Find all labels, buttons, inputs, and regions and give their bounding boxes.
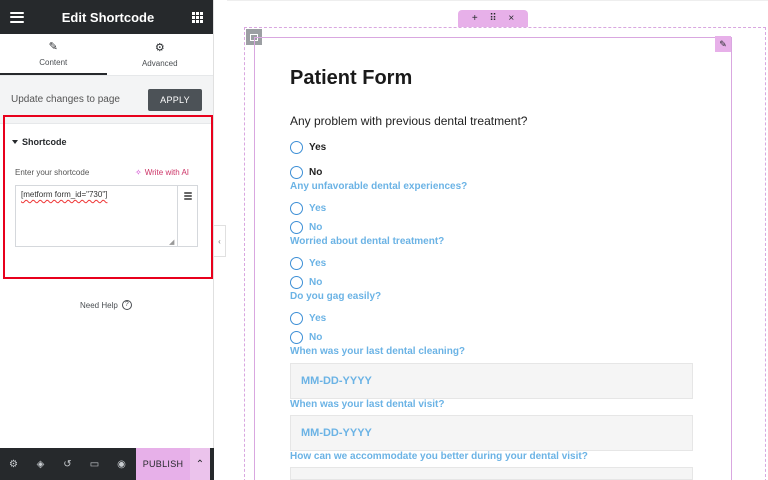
panel-header: Edit Shortcode — [0, 0, 213, 34]
section-toolbar: + ⠿ × — [458, 10, 528, 27]
caret-down-icon — [12, 140, 18, 144]
hamburger-menu-icon[interactable] — [10, 11, 24, 23]
radio-circle-icon — [290, 221, 303, 234]
canvas-top-border — [227, 0, 768, 1]
need-help-label: Need Help — [80, 300, 118, 310]
radio-circle-icon — [290, 166, 303, 179]
question-last-visit: When was your last dental visit? — [290, 399, 445, 410]
radio-label: Yes — [309, 313, 327, 324]
publish-options-chevron-up-icon[interactable]: ⌃ — [190, 448, 210, 480]
panel-footer: ⚙ ◈ ↺ ▭ ◉ PUBLISH ⌃ — [0, 448, 214, 480]
radio-circle-icon — [290, 331, 303, 344]
write-with-ai-label: Write with AI — [144, 168, 190, 177]
shortcode-field-label: Enter your shortcode — [15, 168, 90, 177]
radio-label: Yes — [309, 258, 327, 269]
help-icon: ? — [121, 300, 132, 310]
radio-circle-icon — [290, 276, 303, 289]
tab-advanced-label: Advanced — [141, 58, 178, 68]
drag-handle-icon[interactable]: ⠿ — [489, 13, 496, 24]
question-unfavorable-experiences: Any unfavorable dental experiences? — [290, 181, 468, 192]
question-worried-treatment: Worried about dental treatment? — [290, 236, 445, 247]
dynamic-tags-button[interactable] — [177, 185, 198, 247]
update-label: Update changes to page — [11, 94, 120, 105]
radio-circle-icon — [290, 202, 303, 215]
question-gag-easily: Do you gag easily? — [290, 291, 382, 302]
need-help-link[interactable]: Need Help ? — [80, 300, 132, 310]
radio-label: No — [309, 222, 323, 233]
tab-content-label: Content — [39, 57, 68, 67]
question-previous-treatment: Any problem with previous dental treatme… — [290, 114, 528, 128]
radio-circle-icon — [290, 141, 303, 154]
tab-advanced[interactable]: ⚙ Advanced — [107, 34, 214, 75]
radio-option-no[interactable]: No — [290, 166, 322, 179]
layers-icon[interactable]: ◈ — [27, 448, 54, 480]
radio-option-no[interactable]: No — [290, 331, 322, 344]
text-input-accommodate[interactable] — [290, 467, 693, 480]
sparkle-icon: ✧ — [135, 168, 142, 177]
question-accommodate: How can we accommodate you better during… — [290, 451, 588, 462]
radio-option-yes[interactable]: Yes — [290, 312, 326, 325]
radio-option-yes[interactable]: Yes — [290, 141, 326, 154]
publish-button[interactable]: PUBLISH — [136, 448, 190, 480]
editor-app: Edit Shortcode ✎ Content ⚙ Advanced Upda… — [0, 0, 768, 480]
date-input-last-cleaning[interactable]: MM-DD-YYYY — [290, 363, 693, 399]
shortcode-textarea[interactable]: [metform form_id="730"] — [15, 185, 178, 247]
panel-title: Edit Shortcode — [61, 9, 155, 25]
settings-icon[interactable]: ⚙ — [0, 448, 27, 480]
add-section-icon[interactable]: + — [472, 13, 478, 24]
radio-circle-icon — [290, 312, 303, 325]
question-last-cleaning: When was your last dental cleaning? — [290, 346, 466, 357]
radio-label: No — [309, 332, 323, 343]
close-icon[interactable]: × — [508, 13, 514, 24]
form-title: Patient Form — [290, 67, 413, 89]
radio-label: Yes — [309, 142, 327, 153]
radio-label: No — [309, 167, 323, 178]
date-input-last-visit[interactable]: MM-DD-YYYY — [290, 415, 693, 451]
radio-option-yes[interactable]: Yes — [290, 202, 326, 215]
shortcode-section-toggle[interactable]: Shortcode — [12, 137, 67, 147]
panel-tabs: ✎ Content ⚙ Advanced — [0, 34, 213, 76]
radio-option-yes[interactable]: Yes — [290, 257, 326, 270]
tab-content[interactable]: ✎ Content — [0, 34, 107, 75]
resize-handle-icon[interactable]: ◢ — [169, 238, 174, 246]
write-with-ai-button[interactable]: ✧ Write with AI — [135, 168, 189, 177]
radio-label: Yes — [309, 203, 327, 214]
collapse-panel-button[interactable]: ‹ — [214, 225, 226, 257]
database-icon — [184, 192, 192, 200]
edit-widget-pencil-icon[interactable]: ✎ — [715, 36, 731, 52]
radio-label: No — [309, 277, 323, 288]
apply-button[interactable]: APPLY — [148, 88, 202, 111]
responsive-mode-icon[interactable]: ▭ — [81, 448, 108, 480]
radio-option-no[interactable]: No — [290, 276, 322, 289]
radio-circle-icon — [290, 257, 303, 270]
preview-canvas: + ⠿ × ✎ Patient Form Any problem with pr… — [227, 0, 768, 480]
widgets-grid-icon[interactable] — [191, 11, 203, 23]
gear-icon: ⚙ — [154, 41, 165, 54]
shortcode-value: [metform form_id="730"] — [21, 190, 108, 199]
shortcode-section-title: Shortcode — [22, 137, 67, 147]
preview-eye-icon[interactable]: ◉ — [108, 448, 135, 480]
pencil-icon: ✎ — [48, 40, 58, 53]
history-icon[interactable]: ↺ — [54, 448, 81, 480]
radio-option-no[interactable]: No — [290, 221, 322, 234]
